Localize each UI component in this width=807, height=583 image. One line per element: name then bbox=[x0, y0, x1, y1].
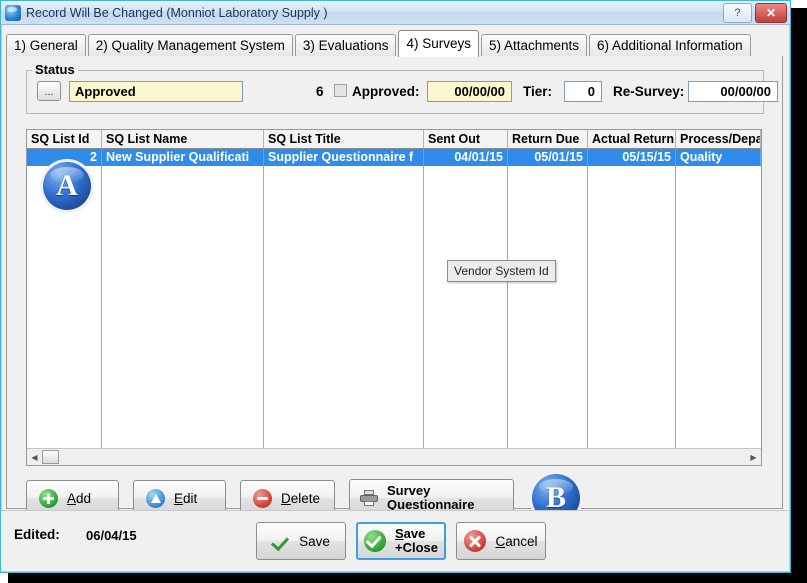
survey-questionnaire-label: Survey Questionnaire bbox=[387, 484, 474, 512]
scroll-right-arrow-icon[interactable]: ▶ bbox=[746, 450, 761, 465]
status-browse-button[interactable]: ... bbox=[37, 81, 61, 101]
cell-sq-list-name: New Supplier Qualificati bbox=[102, 149, 264, 166]
add-icon bbox=[39, 489, 58, 508]
cell-return-due: 05/01/15 bbox=[508, 149, 588, 166]
grid-header-row: SQ List Id SQ List Name SQ List Title Se… bbox=[27, 130, 761, 149]
cell-sent-out: 04/01/15 bbox=[424, 149, 508, 166]
tab-quality-management-system[interactable]: 2) Quality Management System bbox=[88, 34, 293, 57]
cell-sq-list-title: Supplier Questionnaire f bbox=[264, 149, 424, 166]
column-header-process-department[interactable]: Process/Depa bbox=[676, 130, 761, 148]
status-group-label: Status bbox=[32, 62, 78, 77]
status-count: 6 bbox=[316, 84, 324, 99]
column-header-sq-list-title[interactable]: SQ List Title bbox=[264, 130, 424, 148]
close-button[interactable]: ✕ bbox=[755, 3, 787, 23]
save-close-line1: Save bbox=[395, 527, 438, 541]
window-shadow-wrapper: Record Will Be Changed (Monniot Laborato… bbox=[0, 0, 807, 583]
edit-button-label: Edit bbox=[174, 491, 197, 506]
cancel-button[interactable]: Cancel bbox=[456, 522, 546, 560]
approved-date-field[interactable]: 00/00/00 bbox=[427, 81, 512, 102]
approved-checkbox[interactable] bbox=[334, 84, 347, 97]
resurvey-label: Re-Survey: bbox=[613, 84, 684, 99]
edited-value: 06/04/15 bbox=[86, 528, 137, 543]
surveys-panel: Status ... Approved 6 Approved: 00/00/00… bbox=[6, 56, 783, 509]
tab-evaluations[interactable]: 3) Evaluations bbox=[295, 34, 397, 57]
tab-surveys[interactable]: 4) Surveys bbox=[398, 30, 479, 57]
resurvey-field[interactable]: 00/00/00 bbox=[688, 81, 778, 102]
window-title: Record Will Be Changed (Monniot Laborato… bbox=[26, 6, 328, 20]
window-controls: ? ✕ bbox=[723, 3, 787, 23]
edited-label: Edited: bbox=[14, 527, 60, 542]
tab-additional-information[interactable]: 6) Additional Information bbox=[589, 34, 751, 57]
column-header-sent-out[interactable]: Sent Out bbox=[424, 130, 508, 148]
title-bar: Record Will Be Changed (Monniot Laborato… bbox=[1, 1, 790, 25]
tab-strip: 1) General 2) Quality Management System … bbox=[6, 30, 786, 57]
status-value-field[interactable]: Approved bbox=[69, 81, 243, 102]
check-icon bbox=[272, 532, 290, 550]
annotation-badge-a: A bbox=[43, 162, 91, 210]
delete-button-label: Delete bbox=[281, 491, 320, 506]
dialog-footer: Edited: 06/04/15 Save Save +Close Cancel bbox=[1, 510, 788, 571]
help-button[interactable]: ? bbox=[723, 3, 752, 23]
grid-empty-body[interactable] bbox=[27, 166, 761, 449]
globe-icon bbox=[5, 5, 21, 21]
delete-icon bbox=[253, 489, 272, 508]
surveys-grid[interactable]: SQ List Id SQ List Name SQ List Title Se… bbox=[26, 129, 762, 466]
tier-field[interactable]: 0 bbox=[564, 81, 602, 102]
dialog-window: Record Will Be Changed (Monniot Laborato… bbox=[0, 0, 791, 573]
column-header-sq-list-name[interactable]: SQ List Name bbox=[102, 130, 264, 148]
cell-process-department: Quality bbox=[676, 149, 761, 166]
save-close-label: Save +Close bbox=[395, 527, 438, 555]
save-close-button[interactable]: Save +Close bbox=[356, 522, 446, 560]
edit-icon bbox=[146, 489, 165, 508]
column-header-return-due[interactable]: Return Due bbox=[508, 130, 588, 148]
scroll-left-arrow-icon[interactable]: ◀ bbox=[27, 450, 42, 465]
horizontal-scrollbar[interactable]: ◀ ▶ bbox=[27, 448, 761, 465]
approved-checkbox-label: Approved: bbox=[352, 84, 420, 99]
table-row[interactable]: 2 New Supplier Qualificati Supplier Ques… bbox=[27, 149, 761, 166]
save-button-label: Save bbox=[299, 534, 330, 549]
tab-attachments[interactable]: 5) Attachments bbox=[481, 34, 587, 57]
column-header-actual-return[interactable]: Actual Return bbox=[588, 130, 676, 148]
close-circle-icon bbox=[464, 530, 486, 552]
column-header-sq-list-id[interactable]: SQ List Id bbox=[27, 130, 102, 148]
save-button[interactable]: Save bbox=[256, 522, 346, 560]
cell-actual-return: 05/15/15 bbox=[588, 149, 676, 166]
check-circle-icon bbox=[364, 530, 386, 552]
tooltip-vendor-system-id: Vendor System Id bbox=[447, 260, 556, 282]
save-close-line2: +Close bbox=[395, 541, 438, 555]
add-button-label: Add bbox=[67, 491, 91, 506]
scrollbar-thumb[interactable] bbox=[42, 450, 59, 464]
printer-icon bbox=[360, 490, 378, 506]
tab-general[interactable]: 1) General bbox=[6, 34, 86, 57]
survey-questionnaire-line1: Survey bbox=[387, 484, 474, 498]
cancel-button-label: Cancel bbox=[495, 534, 537, 549]
tier-label: Tier: bbox=[523, 84, 552, 99]
